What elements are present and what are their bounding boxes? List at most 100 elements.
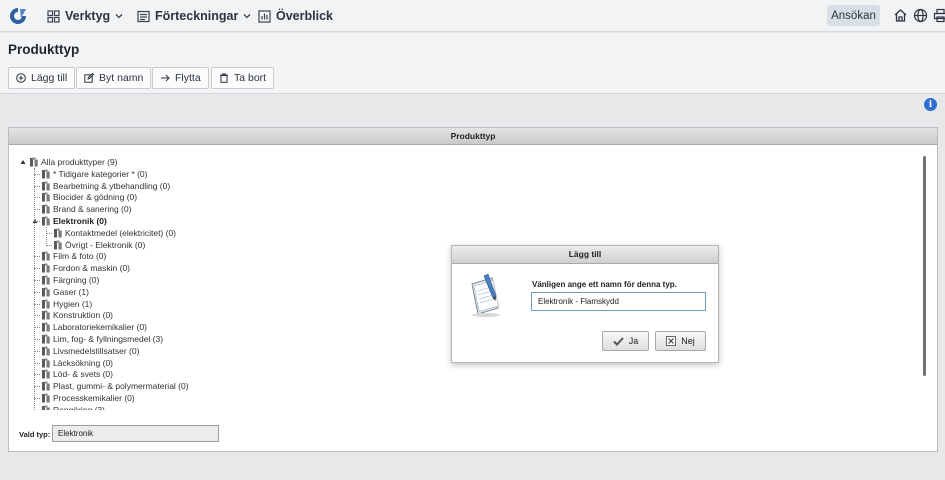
list-icon — [137, 10, 150, 22]
tree-node[interactable]: Hygien (1) — [41, 298, 92, 310]
tree-node-label: Hygien (1) — [53, 298, 93, 309]
tree-node-label: Färgning (0) — [53, 275, 100, 285]
printer-icon[interactable] — [933, 8, 945, 23]
rename-button[interactable]: Byt namn — [76, 67, 152, 89]
tree-connector — [34, 167, 35, 410]
add-button[interactable]: Lägg till — [8, 67, 76, 89]
tree-node[interactable]: Övrigt - Elektronik (0) — [53, 239, 145, 251]
tree-node-label: Alla produkttyper (9) — [41, 157, 118, 167]
page-title: Produkttyp — [8, 42, 80, 57]
tree-node-label: Laboratoriekemikalier (0) — [53, 322, 148, 333]
tree-node[interactable]: Lim, fog- & fyllningsmedel (3) — [41, 333, 163, 345]
tree-node-label: Film & foto (0) — [53, 251, 107, 262]
add-dialog: Lägg till Vänligen ange ett namn för den… — [451, 245, 719, 363]
tree-node-label: Plast, gummi- & polymermaterial (0) — [53, 381, 189, 392]
app-logo-icon[interactable] — [8, 6, 28, 26]
add-button-label: Lägg till — [31, 72, 68, 84]
tree-node-label: Löd- & svets (0) — [53, 369, 113, 380]
folder-node-icon — [30, 157, 38, 167]
grid-icon — [47, 9, 60, 23]
tree-node[interactable]: Processkemikalier (0) — [41, 392, 135, 404]
home-icon[interactable] — [893, 8, 908, 23]
checkmark-icon — [613, 336, 624, 346]
tree-node-label: Rengöring (3) — [53, 404, 105, 410]
nav-menu-label: Förteckningar — [155, 9, 239, 23]
folder-node-icon — [42, 216, 50, 226]
folder-node-icon — [42, 322, 50, 332]
folder-node-icon — [42, 393, 50, 403]
delete-button-label: Ta bort — [234, 72, 267, 84]
chevron-down-icon — [115, 14, 123, 19]
ok-button[interactable]: Ja — [602, 331, 649, 351]
tree-node[interactable]: Biocider & gödning (0) — [41, 191, 137, 203]
folder-node-icon — [42, 263, 50, 273]
tree-node-label: Övrigt - Elektronik (0) — [65, 239, 146, 250]
tree-node[interactable]: Rengöring (3) — [41, 404, 105, 410]
tree-node[interactable]: * Tidigare kategorier * (0) — [41, 168, 148, 180]
nav-menu-overblick[interactable]: Överblick — [258, 7, 333, 25]
tree-node-label: Fordon & maskin (0) — [53, 263, 130, 274]
folder-node-icon — [42, 204, 50, 214]
selected-type-label: Vald typ: — [19, 430, 51, 439]
ok-button-label: Ja — [628, 336, 639, 346]
move-button[interactable]: Flytta — [152, 67, 209, 89]
type-name-input[interactable]: Elektronik - Flamskydd — [531, 292, 706, 311]
tree-connector — [46, 244, 52, 246]
tree-node-label: Elektronik (0) — [53, 216, 107, 226]
nav-menu-label: Överblick — [276, 9, 333, 23]
folder-node-icon — [42, 181, 50, 191]
top-nav-bar: Verktyg Förteckningar Överblick Ansökan — [0, 0, 945, 32]
tree-node-label: Livsmedelstillsatser (0) — [53, 345, 140, 356]
edit-icon — [84, 73, 94, 83]
close-box-icon — [666, 336, 677, 346]
folder-node-icon — [42, 369, 50, 379]
nav-menu-forteckningar[interactable]: Förteckningar — [137, 7, 251, 25]
tree-node-label: * Tidigare kategorier * (0) — [53, 168, 148, 179]
tree-node[interactable]: Färgning (0) — [41, 274, 99, 286]
folder-node-icon — [42, 358, 50, 368]
selected-type-field: Elektronik — [52, 425, 219, 442]
folder-node-icon — [42, 287, 50, 297]
folder-node-icon — [42, 334, 50, 344]
delete-button[interactable]: Ta bort — [211, 67, 275, 89]
tree-node[interactable]: Löd- & svets (0) — [41, 368, 113, 380]
nav-menu-label: Verktyg — [65, 9, 111, 23]
tree-node[interactable]: Film & foto (0) — [41, 250, 106, 262]
apply-button[interactable]: Ansökan — [827, 5, 880, 26]
tree-scrollbar[interactable] — [923, 156, 926, 376]
nav-menu-verktyg[interactable]: Verktyg — [47, 7, 123, 25]
info-icon[interactable]: i — [924, 98, 937, 111]
tree-node-label: Lim, fog- & fyllningsmedel (3) — [53, 334, 164, 344]
folder-node-icon — [42, 299, 50, 309]
folder-node-icon — [42, 346, 50, 356]
tree-node[interactable]: Kontaktmedel (elektricitet) (0) — [53, 227, 176, 239]
tree-node[interactable]: Brand & sanering (0) — [41, 203, 131, 215]
expand-toggle-icon[interactable] — [20, 159, 26, 165]
tree-node[interactable]: Laboratoriekemikalier (0) — [41, 321, 147, 333]
folder-node-icon — [42, 310, 50, 320]
tree-node[interactable]: Läcksökning (0) — [41, 357, 113, 369]
tree-node[interactable]: Livsmedelstillsatser (0) — [41, 345, 139, 357]
plus-circle-icon — [16, 73, 26, 83]
tree-node[interactable]: Bearbetning & ytbehandling (0) — [41, 180, 170, 192]
folder-node-icon — [42, 251, 50, 261]
tree-node[interactable]: Gaser (1) — [41, 286, 89, 298]
tree-node[interactable]: Elektronik (0) — [32, 215, 107, 227]
tree-node-label: Brand & sanering (0) — [53, 204, 132, 215]
tree-node[interactable]: Fordon & maskin (0) — [41, 262, 130, 274]
globe-icon[interactable] — [913, 8, 928, 23]
tree-node[interactable]: Plast, gummi- & polymermaterial (0) — [41, 380, 189, 392]
tree-connector — [46, 226, 47, 245]
folder-node-icon — [42, 405, 50, 410]
notepad-pencil-icon — [471, 273, 500, 317]
tree-node[interactable]: Alla produkttyper (9) — [20, 156, 118, 168]
chart-icon — [258, 9, 271, 23]
folder-node-icon — [42, 381, 50, 391]
tree-node-label: Läcksökning (0) — [53, 357, 114, 368]
cancel-button-label: Nej — [681, 336, 695, 346]
tree-node[interactable]: Konstruktion (0) — [41, 309, 113, 321]
folder-node-icon — [54, 240, 62, 250]
folder-node-icon — [42, 192, 50, 202]
page-header: Produkttyp Lägg till Byt namn Flytta Ta … — [0, 33, 945, 94]
cancel-button[interactable]: Nej — [655, 331, 706, 351]
